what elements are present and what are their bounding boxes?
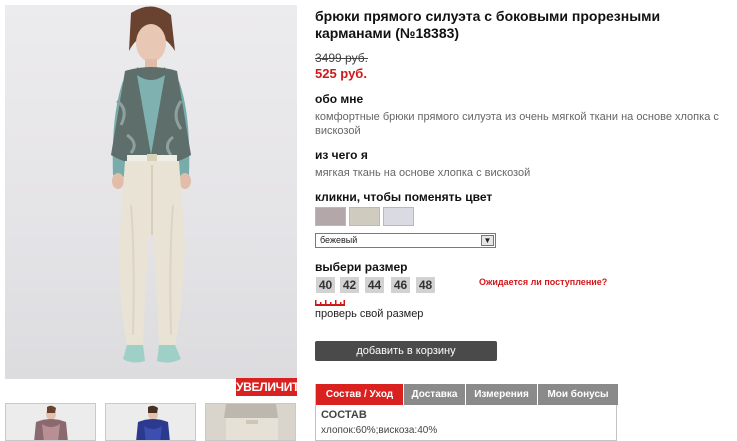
tab-composition[interactable]: Состав / Уход xyxy=(316,384,403,405)
size-option-48[interactable]: 48 xyxy=(416,277,435,293)
info-tabs: Состав / Уход Доставка Измерения Мои бон… xyxy=(315,384,618,441)
product-main-image[interactable] xyxy=(5,5,297,379)
color-swatch-2[interactable] xyxy=(349,207,380,226)
add-to-cart-button[interactable]: добавить в корзину xyxy=(315,341,497,361)
thumbnail-3-illustration xyxy=(206,404,295,440)
thumbnail-1-illustration xyxy=(34,405,68,440)
model-illustration xyxy=(111,6,191,363)
thumbnail-2[interactable] xyxy=(105,403,196,441)
thumbnail-2-illustration xyxy=(136,405,170,440)
color-heading: кликни, чтобы поменять цвет xyxy=(315,190,493,204)
material-text: мягкая ткань на основе хлопка с вискозой xyxy=(315,167,531,179)
size-option-40[interactable]: 40 xyxy=(316,277,335,293)
size-option-42[interactable]: 42 xyxy=(340,277,359,293)
color-swatch-1[interactable] xyxy=(315,207,346,226)
size-option-46[interactable]: 46 xyxy=(391,277,410,293)
composition-heading: СОСТАВ xyxy=(321,409,367,421)
thumbnail-3[interactable] xyxy=(205,403,296,441)
thumbnail-1[interactable] xyxy=(5,403,96,441)
zoom-button[interactable]: УВЕЛИЧИТЬ xyxy=(236,378,308,396)
color-dropdown[interactable]: бежевый ▼ xyxy=(315,233,496,248)
color-dropdown-value: бежевый xyxy=(320,235,358,245)
product-title: брюки прямого силуэта с боковыми прорезн… xyxy=(315,8,661,41)
size-option-44[interactable]: 44 xyxy=(365,277,384,293)
size-guide-link[interactable]: проверь свой размер xyxy=(315,308,423,320)
about-text: комфортные брюки прямого силуэта из очен… xyxy=(315,111,719,137)
sale-price: 525 руб. xyxy=(315,66,367,81)
tab-bonuses[interactable]: Мои бонусы xyxy=(538,384,618,405)
availability-link[interactable]: Ожидается ли поступление? xyxy=(479,277,607,287)
size-heading: выбери размер xyxy=(315,260,408,274)
dropdown-arrow-icon[interactable]: ▼ xyxy=(481,235,494,246)
color-swatch-3[interactable] xyxy=(383,207,414,226)
material-heading: из чего я xyxy=(315,148,368,162)
ruler-icon[interactable] xyxy=(315,299,345,307)
composition-text: хлопок:60%;вискоза:40% xyxy=(321,425,438,436)
tab-measurements[interactable]: Измерения xyxy=(466,384,537,405)
tab-delivery[interactable]: Доставка xyxy=(404,384,465,405)
about-heading: обо мне xyxy=(315,92,364,106)
old-price: 3499 руб. xyxy=(315,51,368,65)
